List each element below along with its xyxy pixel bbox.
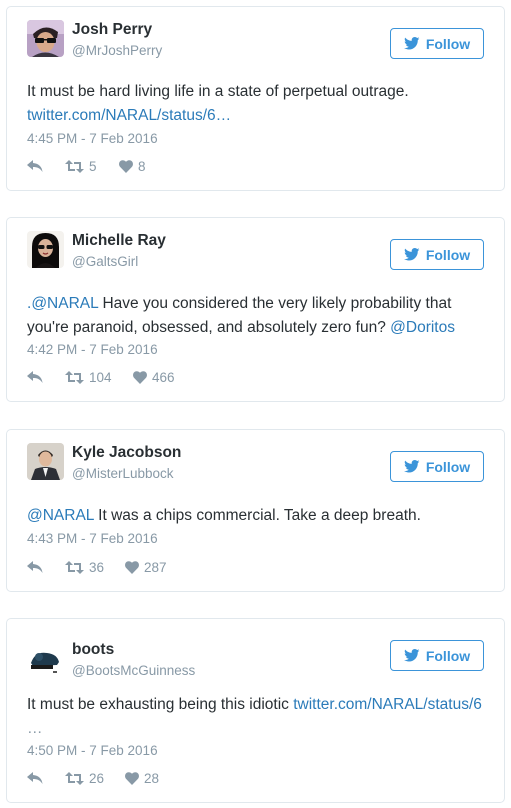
heart-icon [133, 371, 147, 384]
tweet-card: Kyle Jacobson @MisterLubbock Follow @NAR… [6, 429, 505, 592]
reply-button[interactable] [27, 160, 65, 173]
tweet-card: Josh Perry @MrJoshPerry Follow It must b… [6, 6, 505, 191]
retweet-count: 36 [89, 560, 105, 575]
timestamp[interactable]: 4:43 PM - 7 Feb 2016 [27, 531, 158, 546]
reply-button[interactable] [27, 772, 65, 785]
tweet-card: Michelle Ray @GaltsGirl Follow .@NARAL H… [6, 217, 505, 402]
timestamp[interactable]: 4:50 PM - 7 Feb 2016 [27, 743, 158, 758]
username[interactable]: @MrJoshPerry [72, 43, 162, 58]
display-name[interactable]: Josh Perry [72, 21, 152, 39]
twitter-bird-icon [403, 649, 420, 662]
twitter-bird-icon [403, 460, 420, 473]
tweet-text: .@NARAL Have you considered the very lik… [27, 292, 486, 340]
reply-icon [27, 160, 43, 172]
username[interactable]: @GaltsGirl [72, 254, 138, 269]
follow-label: Follow [425, 458, 471, 475]
retweet-icon [65, 160, 84, 173]
twitter-bird-icon [403, 37, 420, 50]
tweet-actions: 104 466 [27, 370, 175, 385]
retweet-count: 5 [89, 159, 97, 174]
follow-button[interactable]: Follow [390, 451, 484, 482]
avatar[interactable] [27, 231, 64, 268]
reply-icon [27, 561, 43, 573]
avatar[interactable] [27, 20, 64, 57]
reply-button[interactable] [27, 561, 65, 574]
tweet-link[interactable]: twitter.com/NARAL/status/6… [27, 107, 231, 124]
avatar[interactable] [27, 641, 64, 678]
tweet-actions: 36 287 [27, 560, 167, 575]
follow-button[interactable]: Follow [390, 239, 484, 270]
tweet-link[interactable]: twitter.com/NARAL/status/6 [293, 696, 482, 713]
like-count: 8 [138, 159, 146, 174]
like-button[interactable]: 8 [119, 159, 146, 174]
reply-icon [27, 371, 43, 383]
retweet-button[interactable]: 26 [65, 771, 125, 786]
follow-label: Follow [425, 35, 471, 52]
tweet-actions: 26 28 [27, 771, 159, 786]
retweet-icon [65, 371, 84, 384]
retweet-icon [65, 772, 84, 785]
tweet-text: @NARAL It was a chips commercial. Take a… [27, 504, 486, 528]
timestamp[interactable]: 4:45 PM - 7 Feb 2016 [27, 131, 158, 146]
tweet-text: It must be hard living life in a state o… [27, 80, 486, 128]
tweet-link-ellipsis[interactable]: … [27, 720, 43, 737]
tweet-body: It must be hard living life in a state o… [27, 83, 409, 100]
mention-link[interactable]: @Doritos [390, 319, 455, 336]
retweet-button[interactable]: 104 [65, 370, 133, 385]
heart-icon [125, 561, 139, 574]
mention-link[interactable]: @NARAL [27, 507, 94, 524]
username[interactable]: @MisterLubbock [72, 466, 174, 481]
heart-icon [119, 160, 133, 173]
tweet-body: It must be exhausting being this idiotic [27, 696, 294, 713]
follow-label: Follow [425, 246, 471, 263]
retweet-count: 26 [89, 771, 105, 786]
like-button[interactable]: 466 [133, 370, 175, 385]
display-name[interactable]: Michelle Ray [72, 232, 166, 250]
retweet-icon [65, 561, 84, 574]
follow-button[interactable]: Follow [390, 640, 484, 671]
tweet-text: It must be exhausting being this idiotic… [27, 693, 486, 741]
tweet-actions: 5 8 [27, 159, 146, 174]
follow-button[interactable]: Follow [390, 28, 484, 59]
tweet-body: It was a chips commercial. Take a deep b… [93, 507, 421, 524]
twitter-bird-icon [403, 248, 420, 261]
display-name[interactable]: Kyle Jacobson [72, 444, 181, 462]
username[interactable]: @BootsMcGuinness [72, 663, 195, 678]
display-name[interactable]: boots [72, 641, 114, 659]
retweet-button[interactable]: 5 [65, 159, 119, 174]
timestamp[interactable]: 4:42 PM - 7 Feb 2016 [27, 342, 158, 357]
like-count: 28 [144, 771, 160, 786]
heart-icon [125, 772, 139, 785]
like-button[interactable]: 287 [125, 560, 167, 575]
reply-button[interactable] [27, 371, 65, 384]
like-count: 287 [144, 560, 167, 575]
mention-link[interactable]: @NARAL [31, 295, 98, 312]
retweet-button[interactable]: 36 [65, 560, 125, 575]
retweet-count: 104 [89, 370, 112, 385]
reply-icon [27, 772, 43, 784]
like-button[interactable]: 28 [125, 771, 159, 786]
avatar[interactable] [27, 443, 64, 480]
tweet-card: boots @BootsMcGuinness Follow It must be… [6, 618, 505, 803]
follow-label: Follow [425, 647, 471, 664]
like-count: 466 [152, 370, 175, 385]
